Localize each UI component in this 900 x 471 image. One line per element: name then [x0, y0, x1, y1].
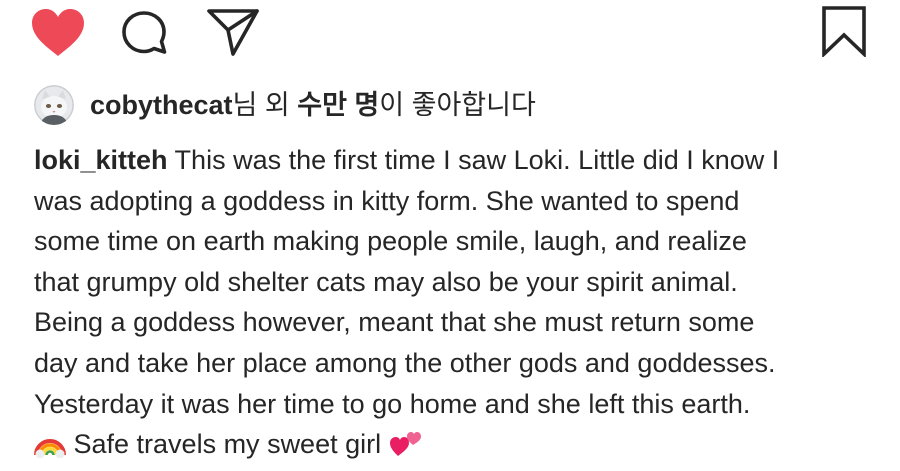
- bookmark-icon[interactable]: [820, 5, 868, 57]
- caption-line: day and take her place among the other g…: [34, 347, 776, 378]
- caption-line: Yesterday it was her time to go home and…: [34, 388, 751, 419]
- post-action-bar: [0, 0, 900, 62]
- likes-summary: cobythecat님 외 수만 명이 좋아합니다: [34, 84, 536, 126]
- likes-suffix-end: 이 좋아합니다: [379, 90, 536, 120]
- caption-text: Safe travels my sweet girl: [66, 429, 389, 460]
- post-caption: loki_kitteh This was the first time I sa…: [34, 140, 884, 470]
- two-hearts-icon: [389, 428, 423, 470]
- likes-count[interactable]: 수만 명: [297, 90, 379, 120]
- caption-line: loki_kitteh This was the first time I sa…: [34, 140, 884, 181]
- paper-plane-icon[interactable]: [206, 7, 260, 57]
- caption-line: some time on earth making people smile, …: [34, 226, 747, 257]
- caption-line: that grumpy old shelter cats may also be…: [34, 266, 738, 297]
- liker-username[interactable]: cobythecat: [90, 90, 233, 120]
- comment-icon[interactable]: [120, 9, 170, 57]
- caption-line: Safe travels my sweet girl: [34, 424, 884, 470]
- caption-line: Being a goddess however, meant that she …: [34, 307, 755, 338]
- rainbow-icon: [34, 428, 66, 470]
- caption-line: was adopting a goddess in kitty form. Sh…: [34, 185, 740, 216]
- heart-filled-icon[interactable]: [30, 8, 86, 58]
- caption-text: This was the first time I saw Loki. Litt…: [167, 145, 780, 175]
- likes-suffix: 님 외: [232, 90, 298, 120]
- avatar[interactable]: [34, 85, 74, 125]
- likes-text: cobythecat님 외 수만 명이 좋아합니다: [90, 84, 536, 126]
- caption-author[interactable]: loki_kitteh: [34, 145, 168, 175]
